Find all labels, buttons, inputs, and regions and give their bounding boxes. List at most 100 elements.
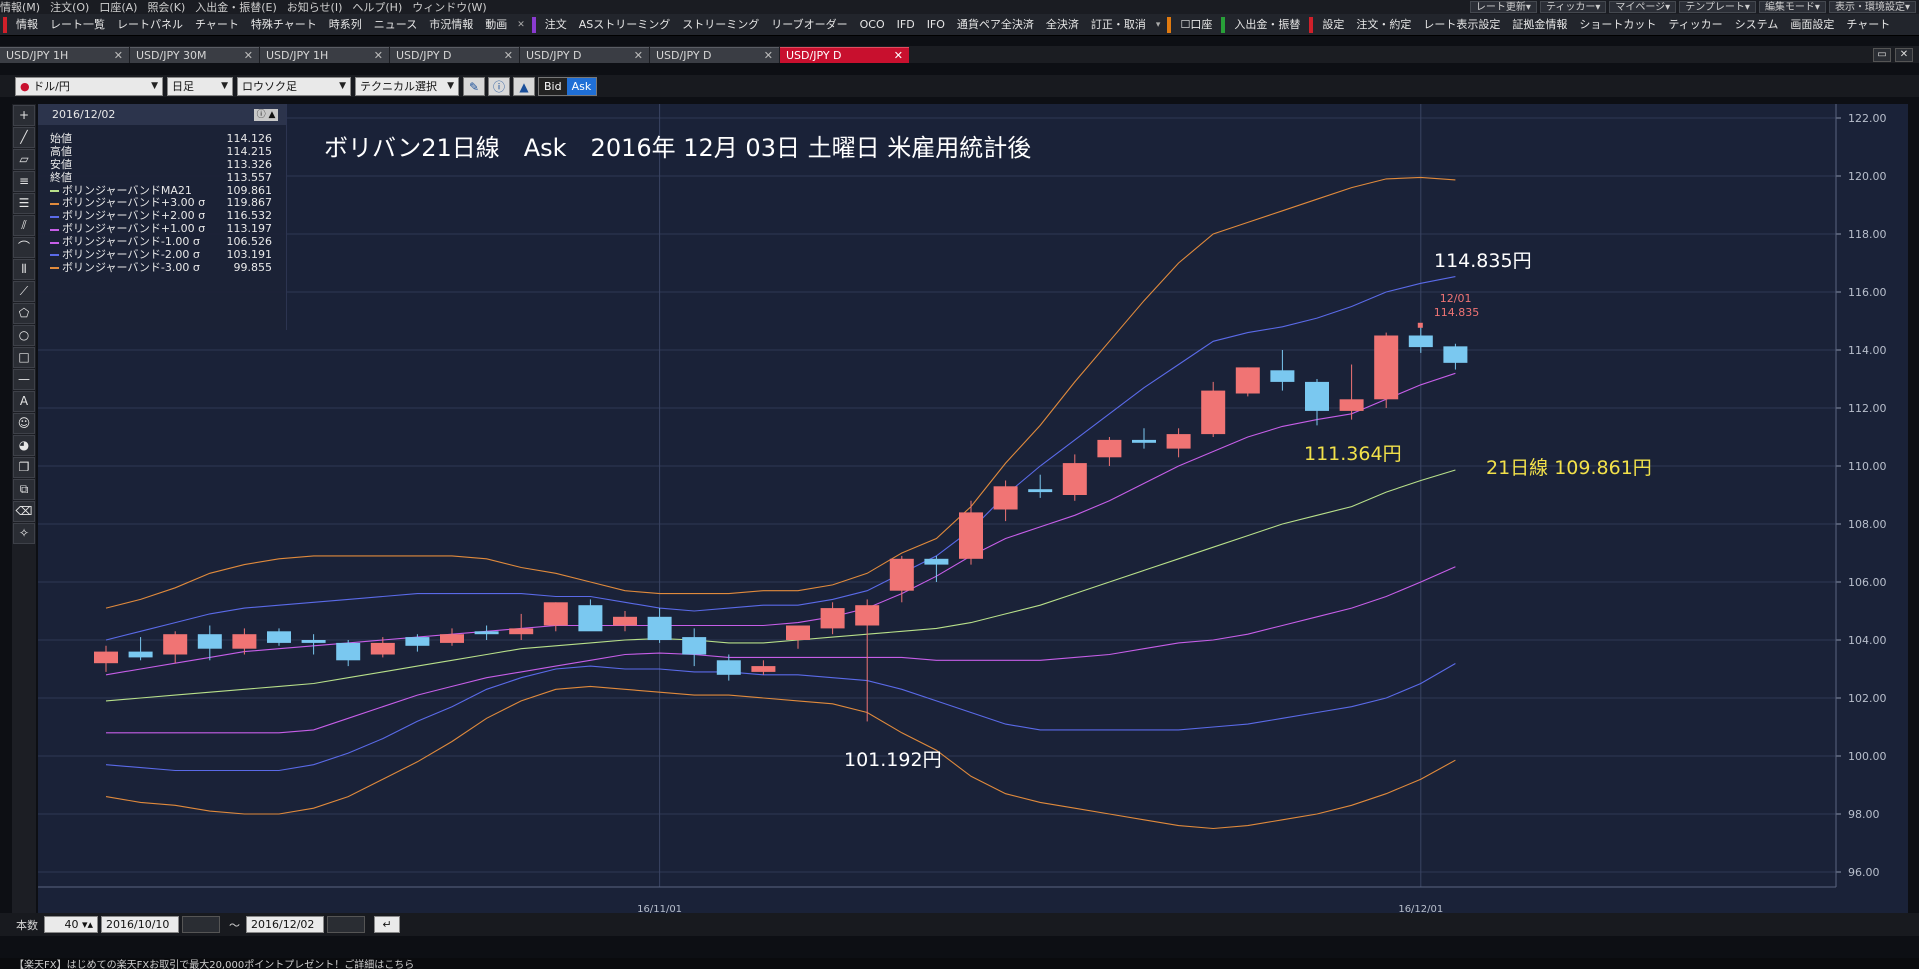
circle-icon[interactable]: ○ (13, 325, 35, 346)
eraser-icon[interactable]: ⌫ (13, 501, 35, 522)
menu-item[interactable]: 注文(O) (50, 0, 89, 14)
mypage-button[interactable]: マイページ▾ (1609, 1, 1677, 13)
stamp-icon[interactable]: ☺ (13, 413, 35, 434)
speed-lines-icon[interactable]: ⟋ (13, 281, 35, 302)
bid-ask-toggle[interactable]: Bid Ask (538, 76, 598, 96)
close-icon[interactable]: ✕ (504, 49, 513, 62)
shortcut-setting[interactable]: ショートカット (1573, 14, 1662, 35)
fibonacci-lines-icon[interactable]: ☰ (13, 193, 35, 214)
rate-list-button[interactable]: レート一覧 (44, 14, 111, 35)
ruler-icon[interactable]: ▱ (13, 149, 35, 170)
system-setting[interactable]: システム (1729, 14, 1785, 35)
fan-icon[interactable]: ⌒ (13, 237, 35, 258)
menu-item[interactable]: お知らせ(I) (287, 0, 343, 14)
tab-usdjpy-d-3[interactable]: USD/JPY D ✕ (650, 46, 779, 63)
lock-icon[interactable]: ⧉ (13, 479, 35, 500)
crosshair-icon[interactable]: + (13, 105, 35, 126)
info-button[interactable]: 情報 (10, 14, 44, 35)
order-execution-setting[interactable]: 注文・約定 (1350, 14, 1417, 35)
streaming-button[interactable]: ストリーミング (676, 14, 765, 35)
tab-usdjpy-1h-2[interactable]: USD/JPY 1H ✕ (260, 46, 389, 63)
close-icon[interactable]: ✕ (114, 49, 123, 62)
menu-item[interactable]: ヘルプ(H) (352, 0, 402, 14)
transfer-button[interactable]: 入出金・振替 (1228, 14, 1306, 35)
template-button[interactable]: テンプレート▾ (1679, 1, 1756, 13)
close-icon[interactable]: ✕ (634, 49, 643, 62)
channel-icon[interactable]: ⫽ (13, 215, 35, 236)
ifd-button[interactable]: IFD (891, 14, 921, 35)
news-button[interactable]: ニュース (368, 14, 423, 35)
rate-refresh-button[interactable]: レート更新▾ (1469, 1, 1537, 13)
tab-usdjpy-d-2[interactable]: USD/JPY D ✕ (520, 46, 649, 63)
chart-setting[interactable]: チャート (1840, 14, 1896, 35)
menu-item[interactable]: 口座(A) (99, 0, 137, 14)
modify-cancel-button[interactable]: 訂正・取消 (1085, 14, 1152, 35)
horizontal-lines-icon[interactable]: ≡ (13, 171, 35, 192)
mountain-icon[interactable]: ▲ (513, 76, 535, 96)
ifo-button[interactable]: IFO (921, 14, 951, 35)
close-icon[interactable]: ✕ (894, 49, 903, 62)
chart-button[interactable]: チャート (189, 14, 245, 35)
ticker-setting[interactable]: ティッカー (1662, 14, 1728, 35)
oco-button[interactable]: OCO (854, 14, 891, 35)
account-button[interactable]: ☐口座 (1174, 14, 1218, 35)
pentagon-icon[interactable]: ⬠ (13, 303, 35, 324)
video-button[interactable]: 動画 (479, 14, 513, 35)
cycle-lines-icon[interactable]: ⦀ (13, 259, 35, 280)
rate-display-setting[interactable]: レート表示設定 (1417, 14, 1506, 35)
to-time-field[interactable] (327, 916, 365, 933)
rectangle-icon[interactable]: □ (13, 347, 35, 368)
trendline-icon[interactable]: ╱ (13, 127, 35, 148)
tab-usdjpy-1h[interactable]: USD/JPY 1H ✕ (0, 46, 129, 63)
close-icon[interactable]: ✕ (764, 49, 773, 62)
pair-settle-button[interactable]: 通貨ペア全決済 (951, 14, 1040, 35)
leave-order-button[interactable]: リーブオーダー (765, 14, 853, 35)
hline-icon[interactable]: — (13, 369, 35, 390)
rate-panel-button[interactable]: レートパネル (111, 14, 189, 35)
menu-item[interactable]: ウィンドウ(W) (412, 0, 486, 14)
period-select[interactable]: 日足 ▼ (167, 76, 233, 96)
close-icon[interactable]: ✕ (244, 49, 253, 62)
copy-icon[interactable]: ❐ (13, 457, 35, 478)
tab-usdjpy-d-active[interactable]: USD/JPY D ✕ (780, 46, 909, 63)
from-date-field[interactable]: 2016/10/10 (101, 916, 179, 933)
tab-usdjpy-30m[interactable]: USD/JPY 30M ✕ (130, 46, 259, 63)
text-icon[interactable]: A (13, 391, 35, 412)
special-chart-button[interactable]: 特殊チャート (245, 14, 323, 35)
as-streaming-button[interactable]: ASストリーミング (573, 14, 677, 35)
close-icon[interactable]: ✕ (374, 49, 383, 62)
close-icon[interactable]: ✕ (1895, 48, 1913, 62)
currency-pair-select[interactable]: ● ドル/円 ▼ (15, 76, 163, 96)
order-button[interactable]: 注文 (539, 14, 573, 35)
from-time-field[interactable] (182, 916, 220, 933)
menu-item[interactable]: 入出金・振替(E) (195, 0, 277, 14)
settle-all-button[interactable]: 全決済 (1040, 14, 1085, 35)
market-info-button[interactable]: 市況情報 (423, 14, 479, 35)
delete-all-icon[interactable]: ✧ (13, 523, 35, 544)
chevron-down-icon[interactable]: ▾ (1152, 20, 1165, 30)
display-settings-button[interactable]: 表示・環境設定▾ (1828, 1, 1916, 13)
margin-info-setting[interactable]: 証拠金情報 (1506, 14, 1573, 35)
tab-usdjpy-d-1[interactable]: USD/JPY D ✕ (390, 46, 519, 63)
menu-item[interactable]: 情報(M) (0, 0, 40, 14)
ask-button[interactable]: Ask (566, 77, 597, 95)
bid-button[interactable]: Bid (539, 77, 567, 95)
maximize-icon[interactable]: ▭ (1873, 48, 1891, 62)
pencil-icon[interactable]: ✎ (463, 76, 485, 96)
ticker-menu-button[interactable]: ティッカー▾ (1539, 1, 1607, 13)
settings-button[interactable]: 設定 (1316, 14, 1350, 35)
info-icon[interactable]: ⓘ (488, 76, 510, 96)
close-icon[interactable]: ✕ (513, 20, 529, 30)
chart-area[interactable]: 96.00 98.00 100.00 102.00 104.00 106.00 108.00… (38, 104, 1908, 915)
edit-mode-button[interactable]: 編集モード▾ (1758, 1, 1826, 13)
to-date-field[interactable]: 2016/12/02 (246, 916, 324, 933)
color-icon[interactable]: ◕ (13, 435, 35, 456)
screen-setting[interactable]: 画面設定 (1784, 14, 1840, 35)
chart-type-select[interactable]: ロウソク足 ▼ (237, 76, 351, 96)
technical-select[interactable]: テクニカル選択 ▼ (355, 76, 459, 96)
time-series-button[interactable]: 時系列 (323, 14, 368, 35)
bar-count-stepper[interactable]: 40 ▾▴ (44, 916, 98, 933)
panel-toggle-button[interactable]: ⓘ ▲ (254, 108, 278, 121)
candlestick-chart[interactable]: 96.00 98.00 100.00 102.00 104.00 106.00 108.00… (38, 104, 1908, 915)
return-icon[interactable]: ↵ (374, 916, 400, 933)
